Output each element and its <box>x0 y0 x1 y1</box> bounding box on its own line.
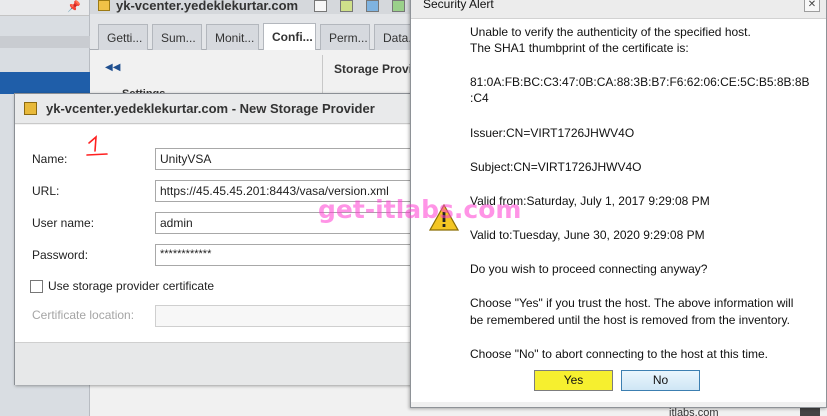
thumbprint-line: :C4 <box>470 91 489 105</box>
watermark-text: get-itlabs.com <box>318 195 522 224</box>
certificate-location-field[interactable] <box>155 305 415 327</box>
subject-text: Subject:CN=VIRT1726JHWV4O <box>470 160 642 174</box>
object-title: yk-vcenter.yedeklekurtar.com <box>116 0 299 13</box>
annotation-mark: 1 <box>86 135 108 156</box>
new-storage-provider-dialog: yk-vcenter.yedeklekurtar.com - New Stora… <box>14 93 415 385</box>
tab-permissions[interactable]: Perm... <box>320 24 370 50</box>
navigator-selected-item[interactable] <box>0 72 90 94</box>
dialog-title: yk-vcenter.yedeklekurtar.com - New Stora… <box>46 101 375 116</box>
question-text: Do you wish to proceed connecting anyway… <box>470 262 708 276</box>
datastore-icon[interactable] <box>366 0 379 12</box>
certificate-location-label: Certificate location: <box>32 308 135 322</box>
password-field[interactable]: ************ <box>155 244 415 266</box>
choose-yes-text: Choose "Yes" if you trust the host. The … <box>470 296 794 310</box>
pin-icon[interactable]: 📌 <box>67 0 81 13</box>
use-certificate-label[interactable]: Use storage provider certificate <box>48 279 214 293</box>
tab-getting-started[interactable]: Getti... <box>98 24 148 50</box>
choose-yes-text: be remembered until the host is removed … <box>470 313 790 327</box>
name-field[interactable]: UnityVSA <box>155 148 415 170</box>
no-button[interactable]: No <box>621 370 700 391</box>
dialog-body: Name: UnityVSA URL: https://45.45.45.201… <box>15 125 415 342</box>
password-label: Password: <box>32 248 89 262</box>
thumbprint-line: 81:0A:FB:BC:C3:47:0B:CA:88:3B:B7:F6:62:0… <box>470 75 810 89</box>
navigator-band <box>0 36 90 48</box>
bottom-fragment-text: itlabs.com <box>669 407 719 416</box>
issuer-text: Issuer:CN=VIRT1726JHWV4O <box>470 126 635 140</box>
dialog-title: Security Alert <box>423 0 494 11</box>
panel-divider[interactable] <box>322 55 323 95</box>
vcenter-icon <box>98 0 110 11</box>
dialog-titlebar[interactable]: Security Alert ✕ <box>411 0 826 19</box>
dialog-footer <box>15 342 413 385</box>
choose-no-text: Choose "No" to abort connecting to the h… <box>470 347 769 361</box>
valid-to-text: Valid to:Tuesday, June 30, 2020 9:29:08 … <box>470 228 705 242</box>
tab-configure[interactable]: Confi... <box>263 23 316 51</box>
tab-monitor[interactable]: Monit... <box>206 24 259 50</box>
folder-icon[interactable] <box>340 0 353 12</box>
username-label: User name: <box>32 216 95 230</box>
storage-provider-icon <box>24 102 37 115</box>
close-icon[interactable]: ✕ <box>804 0 820 12</box>
collapse-icon[interactable]: ◀◀ <box>105 62 120 73</box>
network-icon[interactable] <box>392 0 405 12</box>
tab-summary[interactable]: Sum... <box>152 24 202 50</box>
action-icon[interactable] <box>314 0 327 12</box>
message-line: The SHA1 thumbprint of the certificate i… <box>470 41 689 55</box>
url-label: URL: <box>32 184 60 198</box>
use-certificate-checkbox[interactable] <box>30 280 43 293</box>
yes-button[interactable]: Yes <box>534 370 613 391</box>
dialog-titlebar[interactable]: yk-vcenter.yedeklekurtar.com - New Stora… <box>15 94 413 124</box>
name-label: Name: <box>32 152 68 166</box>
message-line: Unable to verify the authenticity of the… <box>470 25 751 39</box>
storage-providers-header: Storage Provid <box>334 62 420 76</box>
